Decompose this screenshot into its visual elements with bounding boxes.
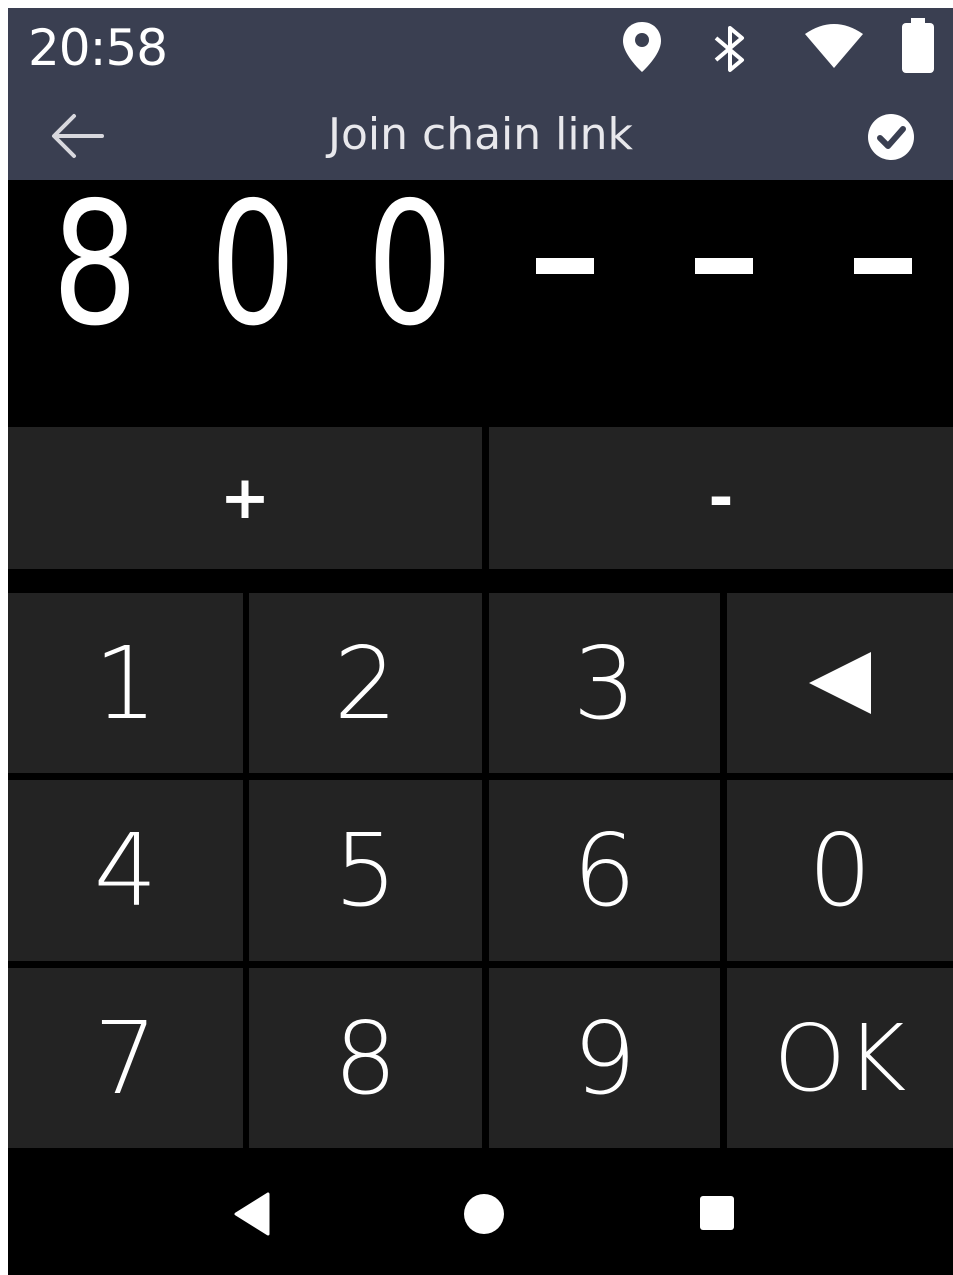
display-placeholder-dash [695, 258, 753, 274]
battery-icon [900, 18, 936, 78]
wifi-icon [804, 24, 864, 72]
display-digit: 0 [366, 166, 454, 364]
bluetooth-icon [708, 24, 752, 78]
key-label: 1 [93, 624, 158, 742]
backspace-icon [805, 625, 875, 742]
key-label: 0 [808, 812, 872, 929]
key-label: 2 [333, 624, 398, 742]
app-bar: Join chain link [8, 92, 953, 180]
key-5[interactable]: 5 [249, 780, 482, 961]
key-8[interactable]: 8 [249, 968, 482, 1148]
plus-button[interactable]: + [8, 427, 482, 569]
key-2[interactable]: 2 [249, 593, 482, 773]
status-time: 20:58 [28, 19, 168, 77]
display-digit: 0 [209, 166, 297, 364]
nav-home-icon[interactable] [462, 1192, 506, 1240]
status-bar: 20:58 [8, 8, 953, 92]
plus-label: + [219, 463, 271, 533]
key-4[interactable]: 4 [8, 780, 243, 961]
key-label: 5 [333, 812, 398, 929]
key-label: 8 [333, 999, 398, 1117]
key-9[interactable]: 9 [489, 968, 720, 1148]
key-label: 6 [572, 812, 637, 929]
display-digit: 8 [51, 166, 139, 364]
page-title: Join chain link [328, 109, 633, 160]
key-label: 7 [93, 999, 158, 1117]
check-circle-icon[interactable] [866, 112, 916, 166]
nav-recents-icon[interactable] [698, 1194, 736, 1236]
display-placeholder-dash [854, 258, 912, 274]
key-label: 4 [93, 812, 158, 929]
display-placeholder-dash [536, 258, 594, 274]
key-label: 3 [572, 624, 637, 742]
key-label: OK [773, 1004, 907, 1112]
nav-back-icon[interactable] [232, 1192, 272, 1240]
key-0[interactable]: 0 [727, 780, 953, 961]
device-screen: 20:58 Join chain link 8 0 0 + - 1 2 3 4 … [8, 8, 953, 1275]
minus-button[interactable]: - [489, 427, 953, 569]
key-1[interactable]: 1 [8, 593, 243, 773]
key-7[interactable]: 7 [8, 968, 243, 1148]
ok-button[interactable]: OK [727, 968, 953, 1148]
key-label: 9 [572, 999, 637, 1117]
number-display: 8 0 0 [8, 180, 953, 430]
location-icon [621, 20, 663, 78]
key-6[interactable]: 6 [489, 780, 720, 961]
minus-label: - [708, 463, 734, 533]
key-3[interactable]: 3 [489, 593, 720, 773]
navigation-bar [8, 1154, 953, 1275]
backspace-key[interactable] [727, 593, 953, 773]
